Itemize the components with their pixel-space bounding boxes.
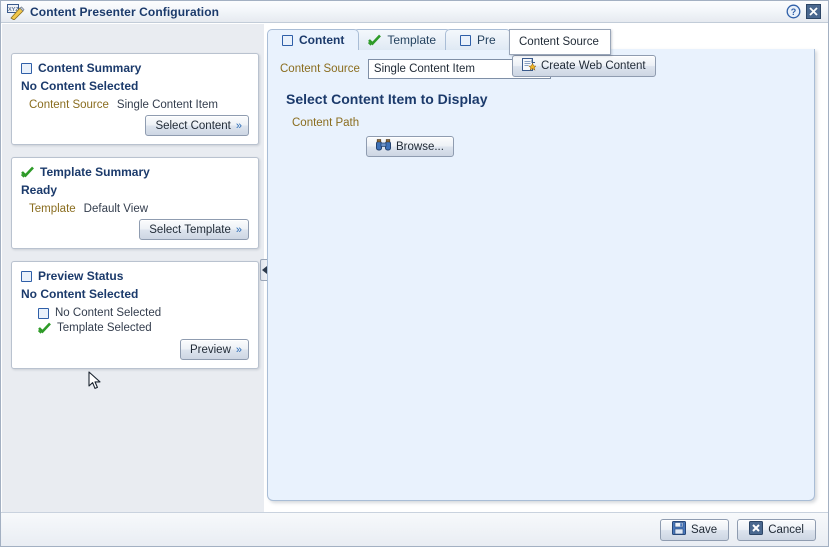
unchecked-box-icon — [21, 270, 32, 282]
button-label: Create Web Content — [541, 60, 646, 72]
section-title: Select Content Item to Display — [286, 91, 488, 107]
tab-label: Content — [299, 33, 345, 47]
content-presenter-dialog: XYZ Content Presenter Configuration ? Co… — [0, 0, 829, 547]
dialog-footer: Save Cancel — [1, 512, 828, 546]
button-label: Browse... — [396, 140, 444, 153]
status-item-template-selected: Template Selected — [37, 322, 249, 334]
green-check-icon — [20, 166, 34, 178]
field-label: Template — [29, 203, 76, 215]
card-title: Preview Status — [38, 269, 124, 283]
title-bar-buttons: ? — [786, 4, 821, 19]
unchecked-box-icon — [21, 62, 32, 74]
create-web-content-button[interactable]: Create Web Content — [512, 55, 656, 77]
double-chevron-right-icon: » — [235, 223, 242, 236]
card-status: Ready — [21, 183, 58, 197]
field-value: Default View — [83, 203, 149, 215]
card-header: Content Summary — [21, 61, 249, 75]
card-field: Template Default View — [29, 203, 249, 215]
new-page-icon — [522, 57, 537, 75]
create-web-content-wrap: Create Web Content — [512, 55, 656, 77]
tab-content[interactable]: Content — [267, 29, 360, 50]
card-actions: Select Template » — [139, 219, 249, 240]
help-icon[interactable]: ? — [786, 4, 801, 19]
tab-template[interactable]: Template — [353, 29, 452, 50]
content-source-value: Single Content Item — [373, 63, 475, 75]
content-tab-panel: Content Source Single Content Item Selec… — [267, 49, 815, 501]
field-value: Single Content Item — [116, 99, 218, 111]
unchecked-box-icon — [38, 307, 49, 319]
button-label: Save — [690, 523, 718, 536]
card-content-summary: Content Summary No Content Selected Cont… — [11, 53, 259, 145]
double-chevron-right-icon: » — [235, 119, 242, 132]
svg-text:?: ? — [791, 7, 797, 17]
status-item-label: Template Selected — [57, 322, 152, 334]
floppy-save-icon — [671, 521, 686, 538]
button-label: Select Content — [155, 119, 231, 132]
status-item-no-content: No Content Selected — [38, 307, 249, 319]
card-actions: Preview » — [179, 339, 249, 360]
cancel-button[interactable]: Cancel — [737, 518, 816, 541]
select-template-button[interactable]: Select Template » — [139, 219, 249, 240]
card-field: Content Source Single Content Item — [29, 99, 249, 111]
browse-row: Browse... — [366, 136, 802, 157]
button-label: Cancel — [768, 523, 804, 536]
binoculars-icon — [376, 139, 391, 154]
card-header: Template Summary — [20, 165, 249, 179]
card-title: Template Summary — [40, 165, 150, 179]
button-label: Preview — [189, 343, 231, 356]
page-title: Content Presenter Configuration — [30, 4, 220, 19]
card-template-summary: Template Summary Ready Template Default … — [11, 157, 259, 249]
card-status: No Content Selected — [21, 79, 139, 93]
unchecked-box-icon — [460, 34, 472, 46]
tab-label: Template — [387, 33, 437, 47]
content-path-label: Content Path — [292, 117, 360, 129]
card-actions: Select Content » — [145, 115, 249, 136]
title-bar: XYZ Content Presenter Configuration ? — [1, 1, 828, 23]
double-chevron-right-icon: » — [235, 343, 242, 356]
button-label: Select Template — [149, 223, 231, 236]
select-content-button[interactable]: Select Content » — [145, 115, 249, 136]
green-check-icon — [368, 34, 382, 46]
close-icon[interactable] — [806, 4, 821, 19]
status-item-label: No Content Selected — [55, 307, 162, 319]
browse-button[interactable]: Browse... — [366, 136, 454, 157]
tab-label: Pre — [477, 33, 496, 47]
tab-preview[interactable]: Pre — [445, 29, 511, 50]
card-preview-status: Preview Status No Content Selected No Co… — [11, 261, 259, 369]
card-header: Preview Status — [21, 269, 249, 283]
green-check-icon — [37, 322, 51, 334]
field-label: Content Source — [29, 99, 109, 111]
content-source-label: Content Source — [280, 63, 360, 75]
tooltip-text: Content Source — [519, 36, 599, 48]
summary-sidebar: Content Summary No Content Selected Cont… — [2, 24, 264, 546]
card-status: No Content Selected — [21, 287, 139, 301]
cancel-x-icon — [749, 521, 764, 538]
card-title: Content Summary — [38, 61, 142, 75]
tooltip-content-source: Content Source — [509, 29, 611, 55]
save-button[interactable]: Save — [659, 518, 730, 541]
preview-button[interactable]: Preview » — [179, 339, 249, 360]
xyz-pencil-icon: XYZ — [7, 3, 25, 21]
unchecked-box-icon — [282, 34, 293, 46]
